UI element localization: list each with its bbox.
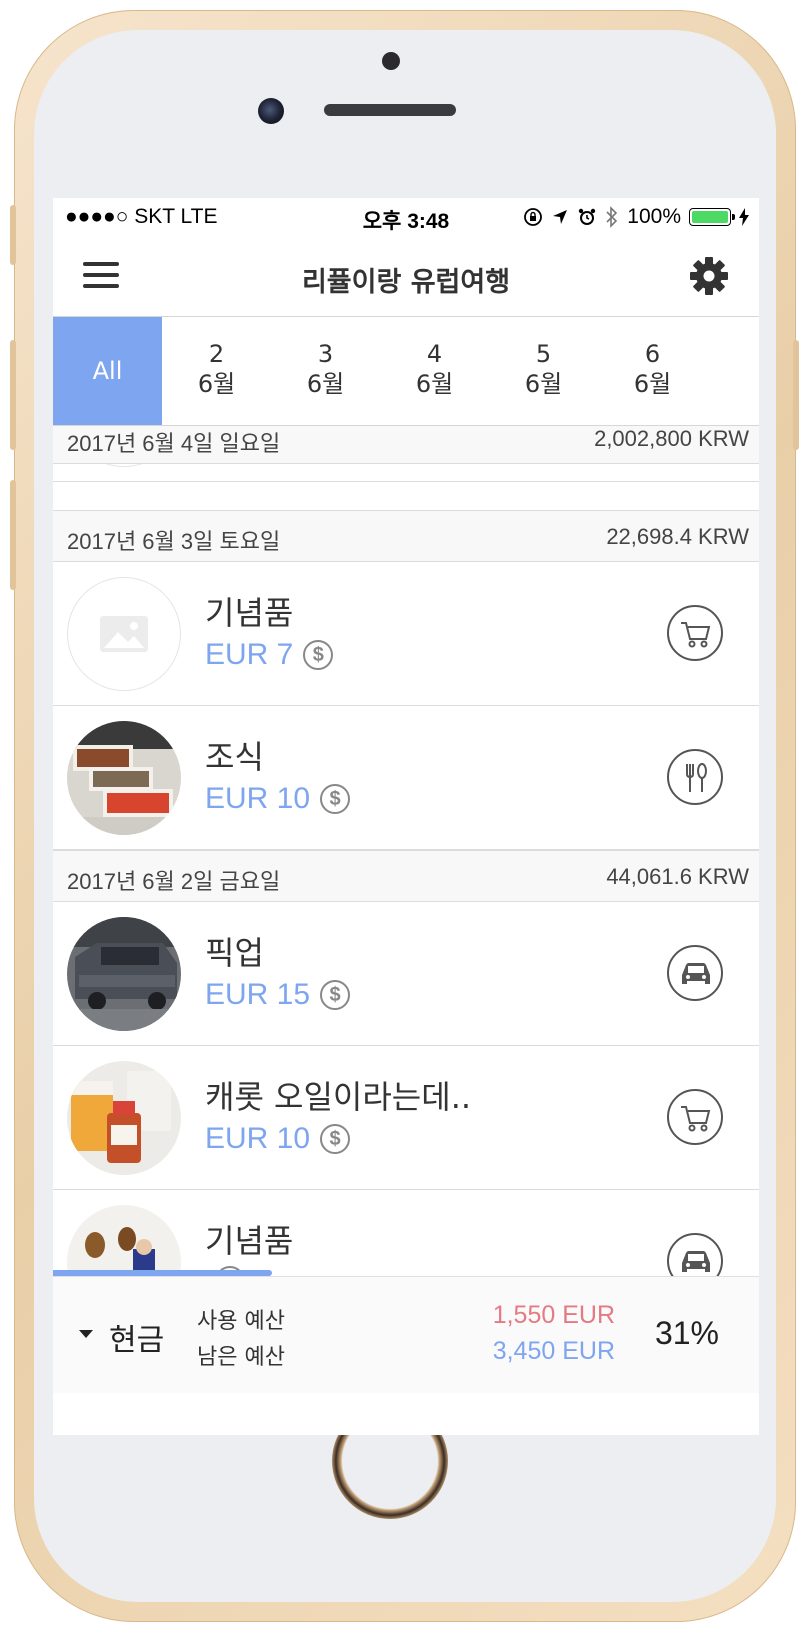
breakfast-photo [67, 721, 181, 835]
tab-day-3[interactable]: 3 6월 [271, 317, 380, 425]
utensils-icon [667, 749, 723, 805]
status-right: 100% [523, 205, 749, 229]
payment-method-selector[interactable]: 현금 [109, 1315, 164, 1359]
list-item[interactable]: 조식 EUR 10 $ [53, 706, 759, 850]
tab-day-2[interactable]: 2 6월 [162, 317, 271, 425]
remaining-budget-value: 3,450 EUR [492, 1337, 615, 1365]
item-amount: EUR 7 [205, 638, 294, 671]
budget-percent: 31% [654, 1315, 719, 1351]
tab-day-6[interactable]: 6 6월 [598, 317, 707, 425]
battery-percent: 100% [627, 205, 681, 228]
tab-all[interactable]: All [53, 317, 162, 425]
caret-down-icon[interactable] [79, 1330, 93, 1338]
budget-footer: 현금 사용 예산 남은 예산 1,550 EUR 3,450 EUR 31% [53, 1276, 759, 1393]
list-item[interactable]: 픽업 EUR 15 $ [53, 902, 759, 1046]
cart-icon [667, 605, 723, 661]
item-amount-row: EUR 10 $ [205, 1122, 351, 1156]
nav-bar: 리퓰이랑 유럽여행 [53, 238, 759, 317]
alarm-icon [579, 208, 596, 225]
dollar-icon: $ [320, 784, 351, 814]
item-amount: EUR 10 [205, 1122, 311, 1155]
item-amount-row: EUR 15 $ [205, 978, 351, 1012]
used-budget-value: 1,550 EUR [492, 1301, 615, 1329]
item-name: 캐롯 오일이라는데.. [205, 1078, 472, 1116]
section-total: 2,002,800 KRW [594, 426, 749, 451]
section-date: 2017년 6월 2일 금요일 [67, 869, 281, 894]
item-amount-row: EUR 7 $ [205, 638, 334, 672]
item-amount: EUR 10 [205, 782, 311, 815]
mute-switch [10, 205, 16, 265]
date-tabs: All 2 6월 3 6월 4 6월 5 6월 6 6월 [53, 317, 759, 426]
item-name: 픽업 [205, 934, 264, 972]
section-header: 2017년 6월 3일 토요일 22,698.4 KRW [53, 510, 759, 562]
section-header: 2017년 6월 4일 일요일 2,002,800 KRW [53, 426, 759, 464]
list-item[interactable]: 캐롯 오일이라는데.. EUR 10 $ [53, 1046, 759, 1190]
section-header: 2017년 6월 2일 금요일 44,061.6 KRW [53, 850, 759, 902]
app-screen: ●●●●○ SKT LTE 오후 3:48 100% 리퓰이랑 유럽여행 All… [53, 198, 759, 1435]
item-name: 조식 [205, 738, 264, 776]
item-name: 기념품 [205, 594, 294, 632]
car-icon [667, 945, 723, 1001]
item-amount-row: EUR 10 $ [205, 782, 351, 816]
tab-day-4[interactable]: 4 6월 [380, 317, 489, 425]
page-title: 리퓰이랑 유럽여행 [301, 267, 511, 298]
volume-down-button [10, 480, 16, 590]
item-amount: EUR 15 [205, 978, 311, 1011]
power-button [793, 340, 799, 450]
bluetooth-icon [606, 206, 618, 228]
placeholder-image-icon [67, 577, 181, 691]
earpiece-speaker [324, 104, 456, 116]
dollar-icon: $ [320, 980, 351, 1010]
section-total: 44,061.6 KRW [606, 864, 749, 889]
dollar-icon: $ [303, 640, 334, 670]
volume-up-button [10, 340, 16, 450]
location-icon [553, 210, 568, 224]
charging-icon [739, 208, 749, 226]
van-photo [67, 917, 181, 1031]
tab-day-5[interactable]: 5 6월 [489, 317, 598, 425]
proximity-sensor [382, 52, 400, 70]
section-date: 2017년 6월 4일 일요일 [67, 431, 281, 456]
remaining-budget-label: 남은 예산 [197, 1345, 285, 1370]
section-date: 2017년 6월 3일 토요일 [67, 529, 281, 554]
front-camera [258, 98, 284, 124]
item-name: 기념품 [205, 1222, 294, 1260]
section-total: 22,698.4 KRW [606, 524, 749, 549]
battery-icon [689, 208, 735, 226]
used-budget-label: 사용 예산 [197, 1309, 285, 1334]
dollar-icon: $ [320, 1124, 351, 1154]
rotation-lock-icon [524, 208, 543, 226]
expense-list[interactable]: 2017년 6월 4일 일요일 2,002,800 KRW 2017년 6월 3… [53, 426, 759, 1287]
list-item[interactable]: 기념품 EUR 7 $ [53, 562, 759, 706]
gear-icon[interactable] [689, 256, 729, 296]
cart-icon [667, 1089, 723, 1145]
status-bar: ●●●●○ SKT LTE 오후 3:48 100% [53, 198, 759, 238]
product-photo [67, 1061, 181, 1175]
